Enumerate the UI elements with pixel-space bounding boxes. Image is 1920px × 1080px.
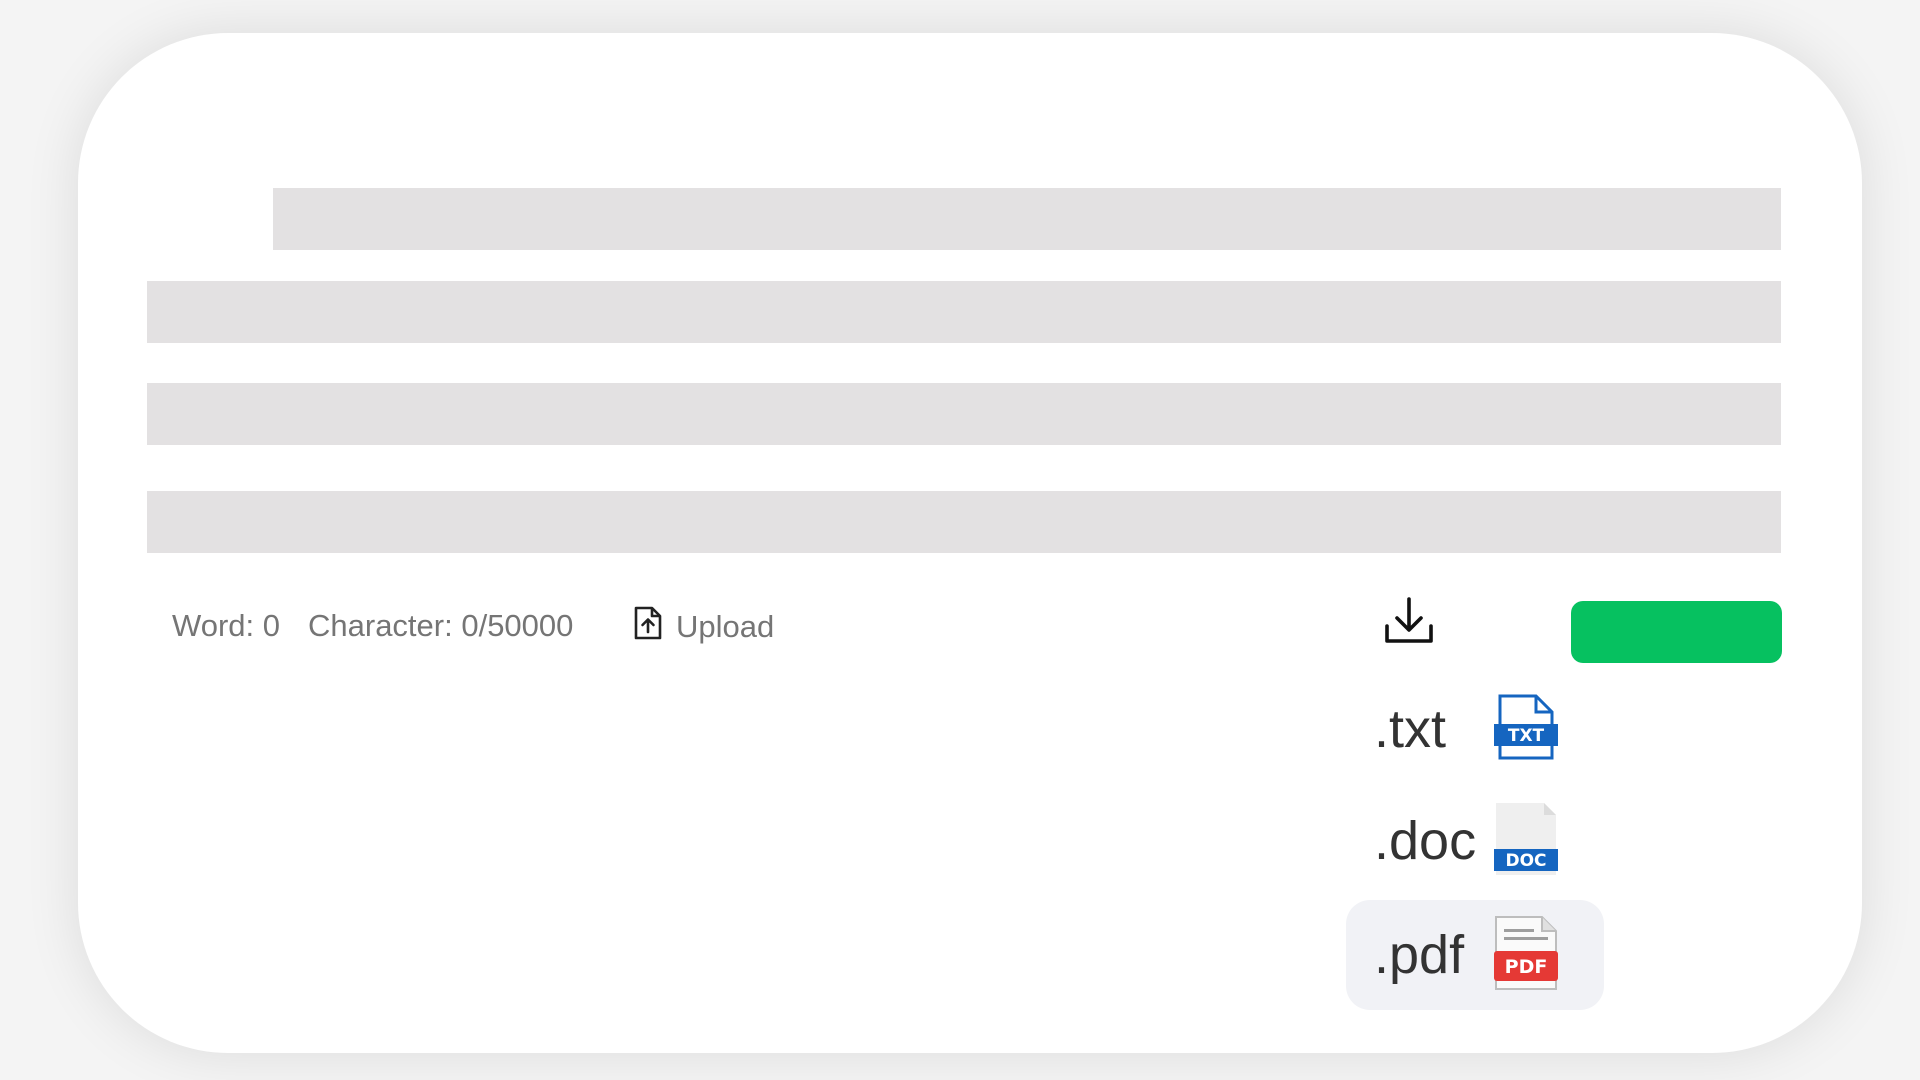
svg-text:PDF: PDF	[1505, 956, 1548, 978]
upload-button[interactable]: Upload	[632, 606, 774, 648]
download-format-menu: .txt TXT .doc DOC .pdf PDF	[1346, 674, 1604, 1010]
skeleton-line-2	[147, 281, 1781, 343]
upload-file-icon	[632, 606, 664, 648]
download-button[interactable]	[1380, 596, 1438, 650]
menu-item-txt[interactable]: .txt TXT	[1346, 674, 1604, 784]
doc-file-icon: DOC	[1494, 801, 1558, 882]
word-count: Word: 0	[172, 608, 280, 643]
skeleton-line-3	[147, 383, 1781, 445]
primary-action-button[interactable]	[1571, 601, 1782, 663]
svg-text:DOC: DOC	[1505, 851, 1546, 871]
upload-label: Upload	[676, 609, 775, 644]
menu-item-label: .doc	[1374, 811, 1477, 871]
txt-file-icon: TXT	[1494, 694, 1558, 765]
menu-item-label: .txt	[1374, 699, 1447, 759]
svg-text:TXT: TXT	[1508, 726, 1545, 746]
skeleton-line-4	[147, 491, 1781, 553]
pdf-file-icon: PDF	[1494, 915, 1558, 996]
menu-item-pdf[interactable]: .pdf PDF	[1346, 900, 1604, 1010]
menu-item-label: .pdf	[1374, 925, 1465, 985]
menu-item-doc[interactable]: .doc DOC	[1346, 786, 1604, 896]
skeleton-line-1	[273, 188, 1781, 250]
character-count: Character: 0/50000	[308, 608, 574, 643]
download-icon	[1383, 596, 1435, 651]
